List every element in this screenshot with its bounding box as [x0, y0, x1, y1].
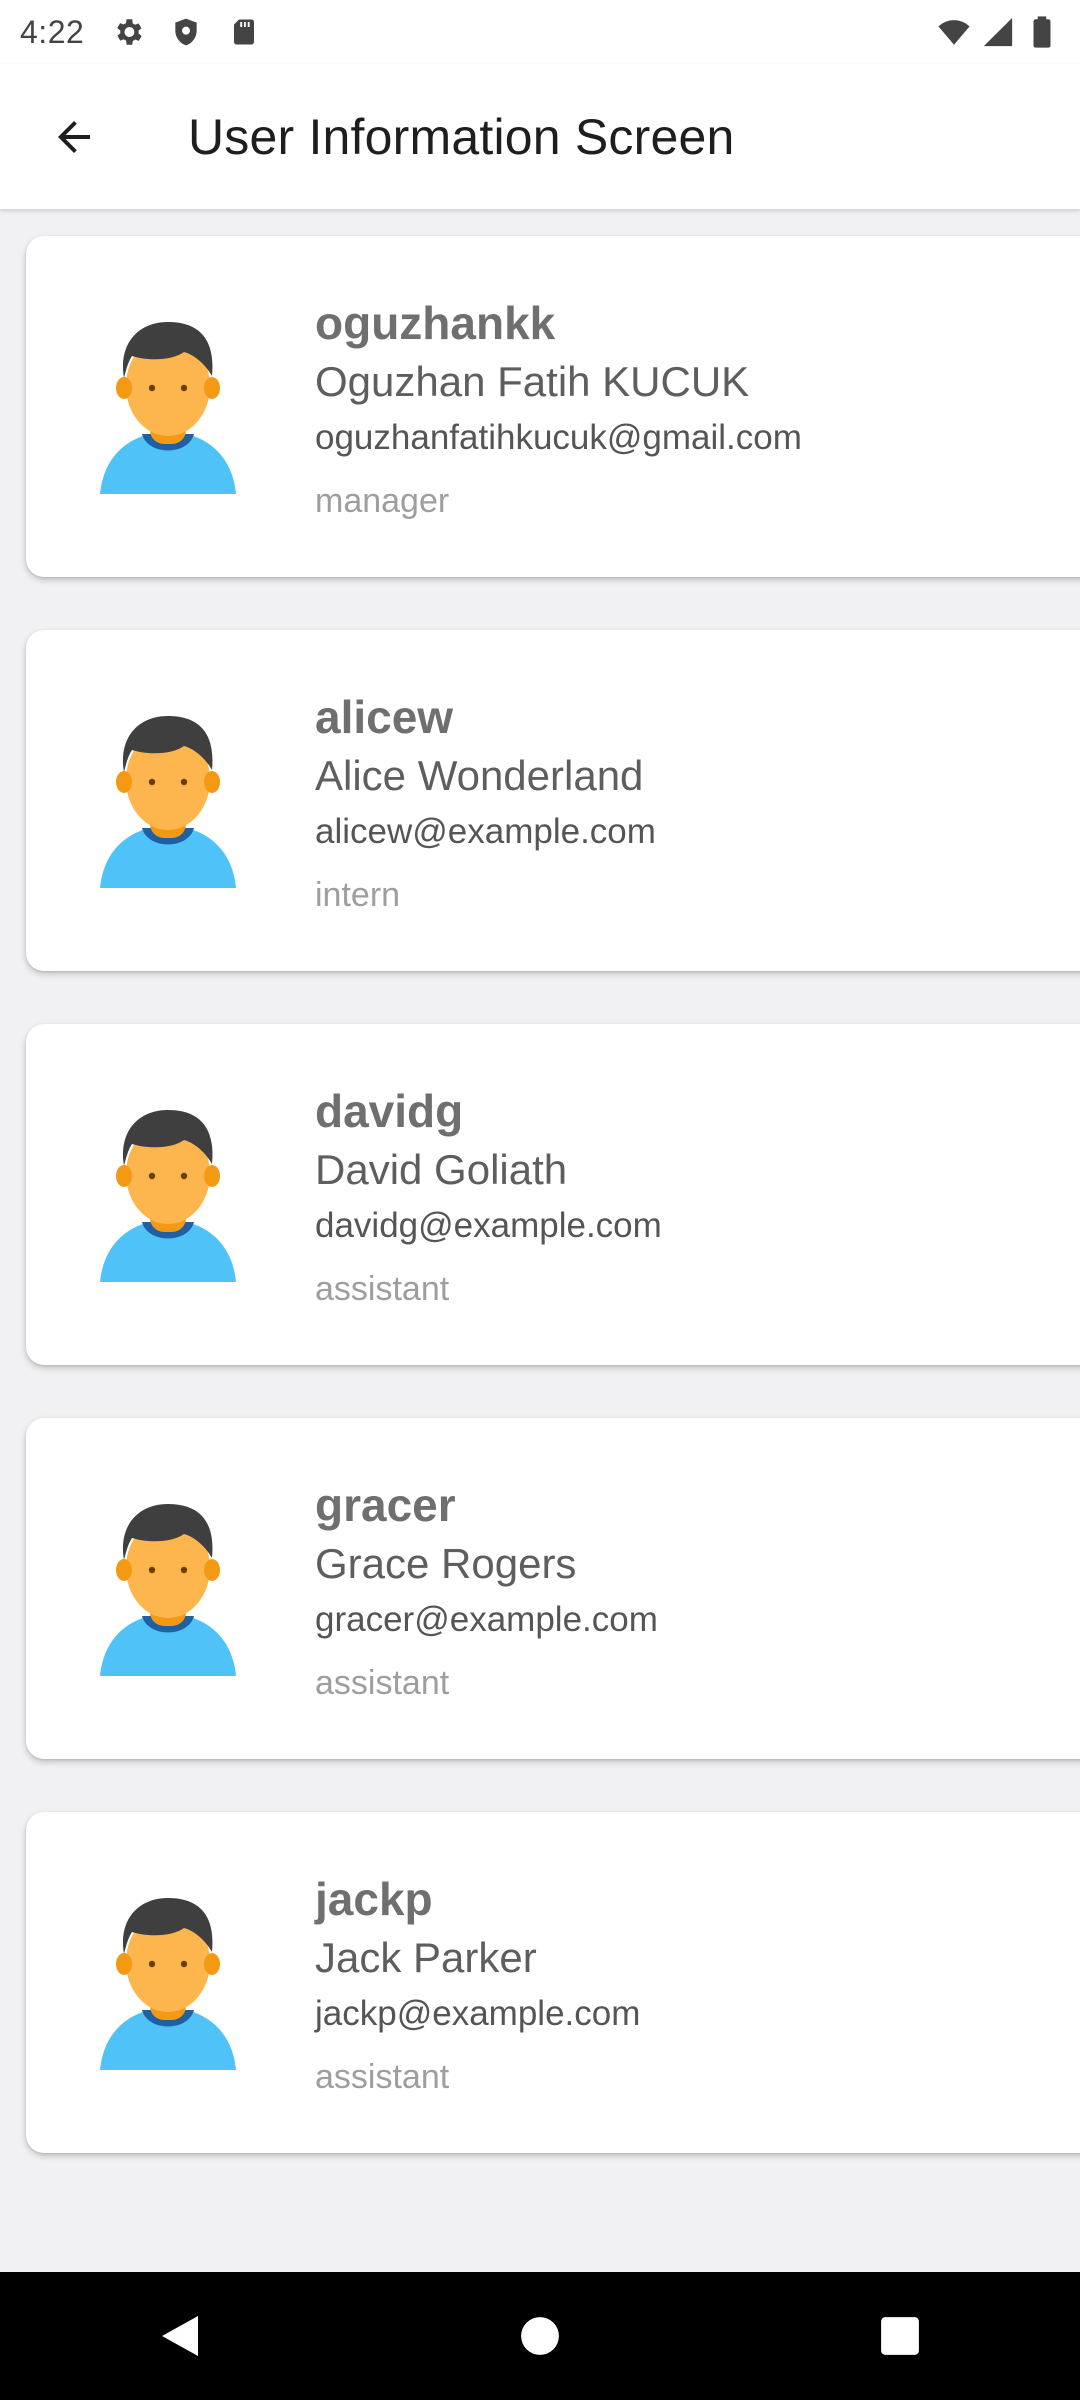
email: jackp@example.com: [315, 1994, 641, 2033]
role: intern: [315, 876, 401, 914]
user-avatar-icon: [100, 716, 236, 888]
recents-square-icon: [881, 2317, 919, 2355]
username: oguzhankk: [315, 297, 556, 349]
role: assistant: [315, 1664, 450, 1702]
role: manager: [315, 482, 450, 520]
username: alicew: [315, 691, 454, 743]
user-avatar-icon: [100, 1898, 236, 2070]
shield-icon: [168, 14, 204, 50]
full-name: Alice Wonderland: [315, 752, 644, 799]
page-title: User Information Screen: [188, 108, 735, 165]
battery-icon: [1024, 14, 1060, 50]
user-avatar-icon: [100, 1504, 236, 1676]
status-bar: 4:22: [0, 0, 1080, 64]
user-card[interactable]: oguzhankk Oguzhan Fatih KUCUK oguzhanfat…: [26, 236, 1080, 577]
user-card[interactable]: jackp Jack Parker jackp@example.com assi…: [26, 1812, 1080, 2153]
user-card[interactable]: davidg David Goliath davidg@example.com …: [26, 1024, 1080, 1365]
user-avatar-icon: [100, 1110, 236, 1282]
user-card[interactable]: alicew Alice Wonderland alicew@example.c…: [26, 630, 1080, 971]
full-name: Jack Parker: [315, 1934, 537, 1981]
user-card[interactable]: gracer Grace Rogers gracer@example.com a…: [26, 1418, 1080, 1759]
full-name: Grace Rogers: [315, 1540, 577, 1587]
username: gracer: [315, 1479, 456, 1531]
status-time: 4:22: [20, 13, 85, 50]
sd-card-icon: [226, 14, 262, 50]
email: oguzhanfatihkucuk@gmail.com: [315, 418, 802, 457]
role: assistant: [315, 1270, 450, 1308]
email: alicew@example.com: [315, 812, 656, 851]
username: jackp: [315, 1873, 433, 1925]
nav-recents-button[interactable]: [840, 2286, 960, 2386]
arrow-back-icon: [58, 120, 90, 153]
wifi-icon: [936, 14, 972, 50]
gear-icon: [110, 14, 146, 50]
back-button[interactable]: [38, 101, 110, 173]
signal-icon: [980, 14, 1016, 50]
full-name: David Goliath: [315, 1146, 568, 1193]
navigation-bar: [0, 2272, 1080, 2400]
nav-back-button[interactable]: [120, 2286, 240, 2386]
app-bar: User Information Screen: [0, 64, 1080, 209]
full-name: Oguzhan Fatih KUCUK: [315, 358, 750, 405]
email: davidg@example.com: [315, 1206, 662, 1245]
role: assistant: [315, 2058, 450, 2096]
user-avatar-icon: [100, 322, 236, 494]
email: gracer@example.com: [315, 1600, 658, 1639]
nav-home-button[interactable]: [480, 2286, 600, 2386]
home-circle-icon: [521, 2317, 559, 2355]
username: davidg: [315, 1085, 464, 1137]
back-triangle-icon: [162, 2316, 198, 2356]
